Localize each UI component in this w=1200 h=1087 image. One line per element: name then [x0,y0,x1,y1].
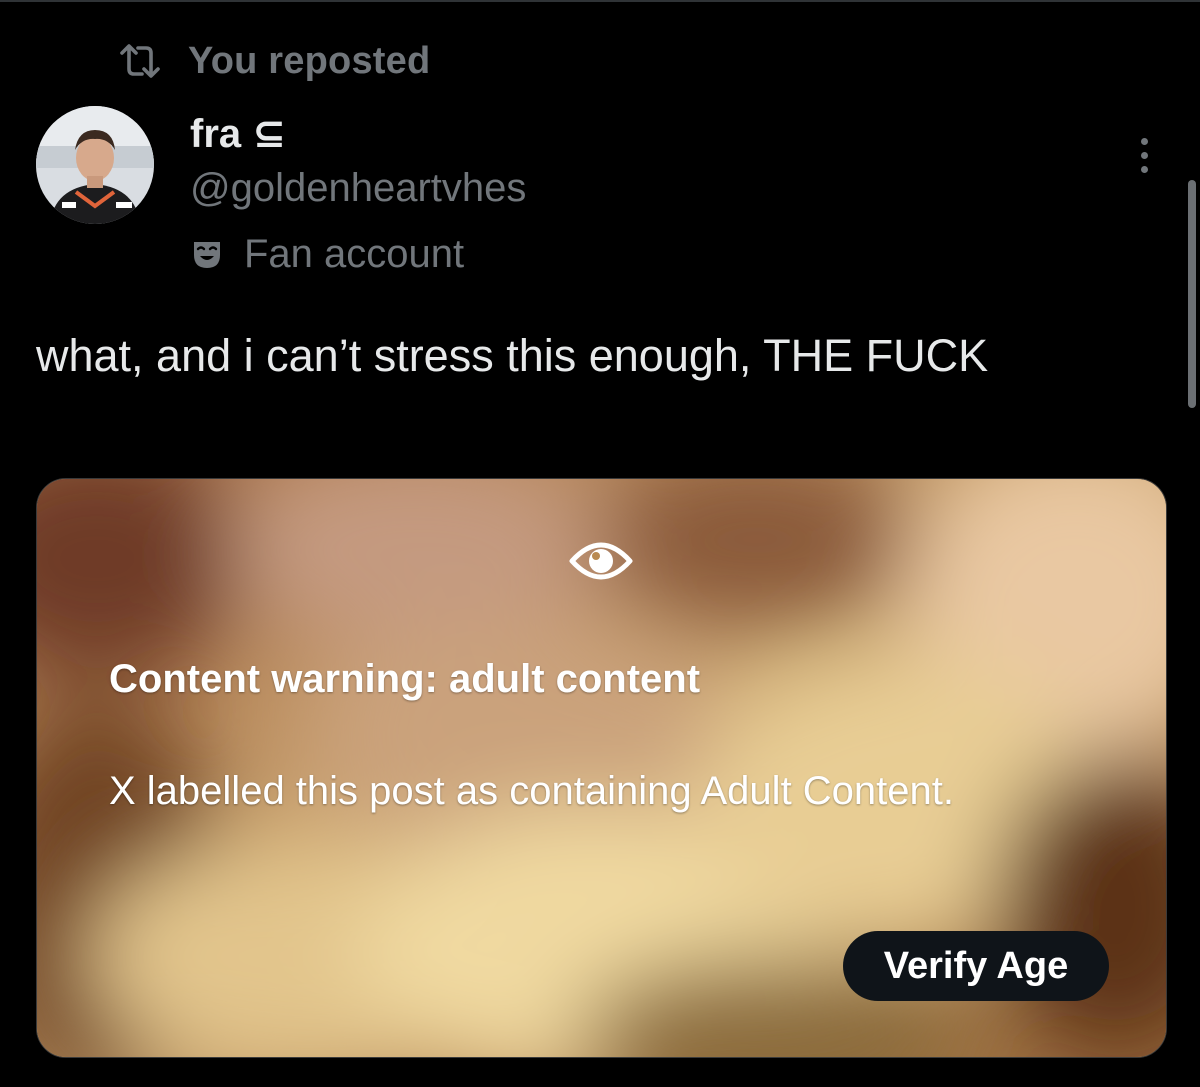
avatar[interactable] [36,106,154,224]
content-warning-description: X labelled this post as containing Adult… [109,769,954,813]
account-label: Fan account [190,228,464,280]
more-dot [1140,151,1148,159]
more-vertical-icon[interactable] [1124,130,1164,180]
account-label-text: Fan account [244,231,465,276]
more-dot [1140,165,1148,173]
display-name[interactable]: fra ⊆ [190,111,286,157]
post-text: what, and i can’t stress this enough, TH… [36,330,989,381]
top-divider [0,0,1200,2]
verify-age-button[interactable]: Verify Age [843,931,1109,1001]
scrollbar-thumb[interactable] [1188,180,1196,408]
user-handle[interactable]: @goldenheartvhes [190,166,526,211]
media-content-warning-card[interactable]: Content warning: adult content X labelle… [36,478,1167,1058]
eye-icon [569,535,633,587]
repost-icon [118,41,162,81]
content-warning-title: Content warning: adult content [109,657,701,701]
repost-context: You reposted [118,36,430,86]
more-dot [1140,137,1148,145]
repost-label: You reposted [188,39,431,82]
display-name-row[interactable]: fra ⊆ [190,108,286,160]
theater-mask-icon [190,237,224,271]
